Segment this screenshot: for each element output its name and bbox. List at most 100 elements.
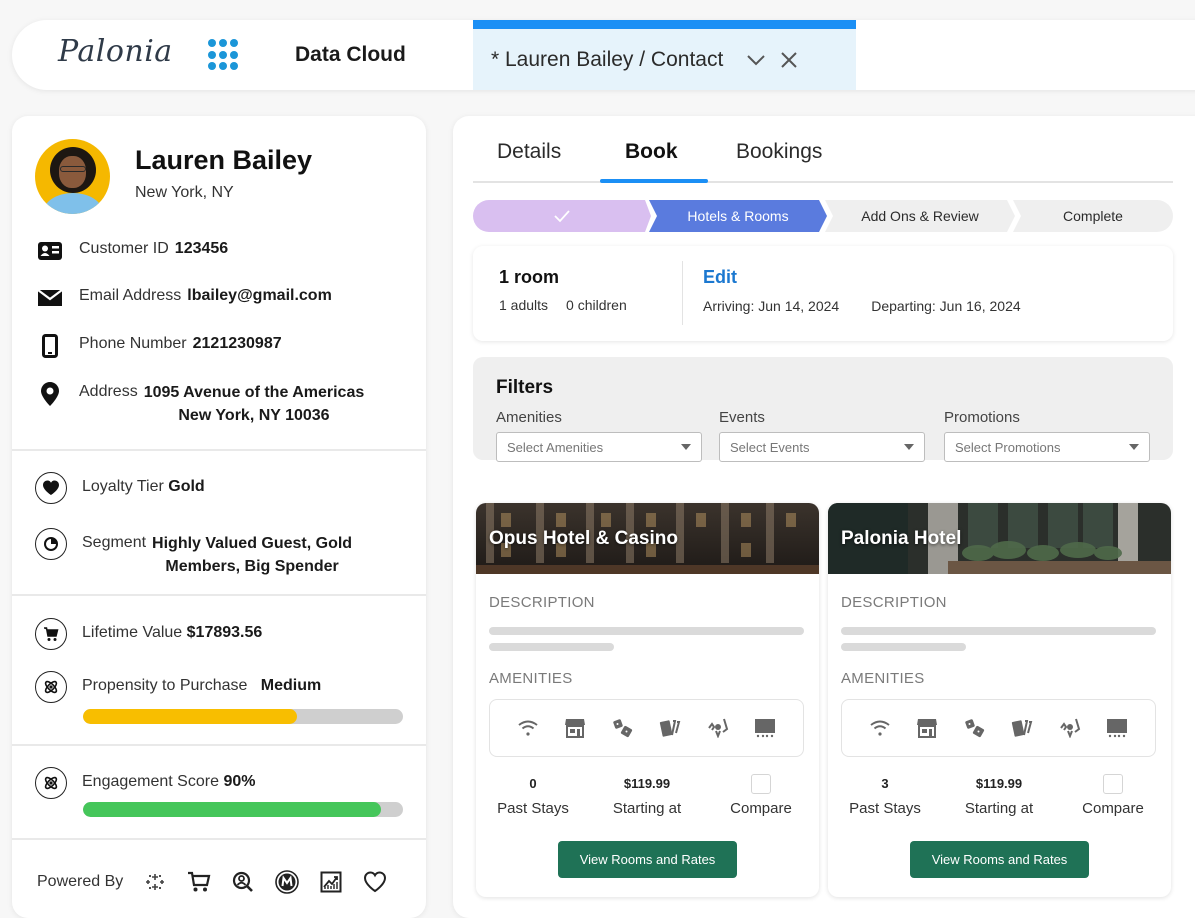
address-line-2: New York, NY 10036 [178, 407, 330, 424]
tab-book[interactable]: Book [625, 140, 678, 164]
engagement-value: 90% [223, 773, 256, 790]
dropdown-caret-icon [681, 444, 691, 450]
vertical-divider [682, 261, 683, 325]
hotel-name[interactable]: Opus Hotel & Casino [489, 528, 678, 550]
path-step-hotels-rooms[interactable]: Hotels & Rooms [649, 200, 827, 232]
past-stays-label: Past Stays [497, 800, 569, 817]
engagement-row: Engagement Score 90% [35, 767, 255, 799]
contact-card-icon [38, 240, 62, 262]
chevron-down-icon[interactable] [745, 49, 767, 71]
dropdown-caret-icon [904, 444, 914, 450]
view-rooms-and-rates-button[interactable]: View Rooms and Rates [558, 841, 737, 878]
stat-label: Segment [82, 534, 147, 551]
service-search-icon[interactable] [231, 870, 255, 894]
tv-screen-icon[interactable] [1105, 716, 1129, 740]
path-step-complete-final[interactable]: Complete [1013, 200, 1173, 232]
store-icon[interactable] [563, 716, 587, 740]
store-icon[interactable] [915, 716, 939, 740]
price-stat: $119.99 Starting at [590, 774, 704, 817]
filter-label: Amenities [496, 409, 562, 426]
location-pin-icon [38, 382, 62, 406]
tableau-sparkle-icon[interactable] [143, 870, 167, 894]
path-step-complete[interactable] [473, 200, 651, 232]
dice-icon[interactable] [611, 716, 635, 740]
customer-id-row: Customer ID 123456 [38, 240, 228, 262]
events-select[interactable]: Select Events [719, 432, 925, 462]
segment-value: Highly Valued Guest, Gold Members, Big Sp… [152, 532, 352, 578]
view-rooms-and-rates-button[interactable]: View Rooms and Rates [910, 841, 1089, 878]
app-name: Data Cloud [295, 43, 406, 66]
loyalty-tier-row: Loyalty Tier Gold [35, 472, 205, 504]
select-placeholder: Select Events [730, 439, 810, 455]
compare-checkbox[interactable] [1103, 774, 1123, 794]
wifi-icon[interactable] [868, 716, 892, 740]
profile-name: Lauren Bailey [135, 145, 313, 175]
commerce-cart-icon[interactable] [187, 870, 211, 894]
brand-logo[interactable]: Palonia [58, 34, 173, 69]
amenities-filter: Amenities Select Amenities [496, 409, 702, 462]
tab-bookings[interactable]: Bookings [736, 140, 822, 164]
workspace-tab-contact[interactable]: * Lauren Bailey / Contact [473, 20, 856, 90]
check-icon [554, 210, 570, 223]
description-placeholder-line [841, 643, 966, 651]
einstein-atom-icon [35, 767, 67, 799]
entertainment-icon[interactable] [706, 716, 730, 740]
field-value: 123456 [174, 240, 229, 257]
segment-pie-icon [35, 528, 67, 560]
einstein-atom-icon [35, 671, 67, 703]
stat-label: Engagement Score [82, 773, 219, 790]
email-value[interactable]: lbailey@gmail.com [187, 287, 332, 305]
phone-icon [38, 334, 62, 358]
hotel-stats: 0 Past Stays $119.99 Starting at Compare [476, 774, 819, 817]
workspace-tab-label[interactable]: * Lauren Bailey / Contact [491, 48, 723, 72]
loyalty-tier-value: Gold [168, 478, 205, 495]
hotel-card: Opus Hotel & Casino DESCRIPTION AMENITIE… [476, 503, 819, 897]
analytics-chart-icon[interactable] [319, 870, 343, 894]
engagement-progress-fill [83, 802, 381, 817]
entertainment-icon[interactable] [1058, 716, 1082, 740]
phone-row: Phone Number 2121230987 [38, 334, 282, 358]
app-launcher-grid-dots-icon[interactable] [208, 39, 240, 71]
field-label: Address [79, 383, 138, 400]
email-row: Email Address lbailey@gmail.com [38, 287, 332, 309]
promotions-select[interactable]: Select Promotions [944, 432, 1150, 462]
price-label: Starting at [964, 800, 1034, 817]
propensity-progress-fill [83, 709, 298, 724]
phone-value[interactable]: 2121230987 [193, 335, 282, 353]
profile-location: New York, NY [135, 184, 234, 201]
address-line-1: 1095 Avenue of the Americas [143, 384, 365, 401]
filters-panel: Filters Amenities Select Amenities Event… [473, 357, 1173, 462]
select-placeholder: Select Promotions [955, 439, 1061, 455]
close-icon[interactable] [779, 50, 799, 70]
dice-icon[interactable] [963, 716, 987, 740]
wifi-icon[interactable] [516, 716, 540, 740]
field-label: Phone Number [79, 335, 187, 352]
filter-label: Events [719, 409, 765, 426]
segment-line-1: Highly Valued Guest, Gold [152, 535, 353, 552]
tab-details[interactable]: Details [497, 140, 561, 164]
select-placeholder: Select Amenities [507, 439, 604, 455]
amenities-list [489, 699, 804, 757]
path-step-add-ons-review[interactable]: Add Ons & Review [825, 200, 1015, 232]
compare-stat: Compare [704, 774, 818, 817]
playing-cards-icon[interactable] [658, 716, 682, 740]
amenities-select[interactable]: Select Amenities [496, 432, 702, 462]
playing-cards-icon[interactable] [1010, 716, 1034, 740]
tv-screen-icon[interactable] [753, 716, 777, 740]
edit-link[interactable]: Edit [703, 267, 737, 288]
dropdown-caret-icon [1129, 444, 1139, 450]
loyalty-heart-icon[interactable] [363, 870, 387, 894]
hotel-name[interactable]: Palonia Hotel [841, 528, 961, 550]
profile-header: Lauren Bailey New York, NY [35, 139, 312, 214]
departing-date: Departing: Jun 16, 2024 [871, 298, 1021, 314]
field-label: Email Address [79, 287, 182, 304]
booking-tabs: Details Book Bookings [473, 116, 1173, 183]
compare-label: Compare [730, 800, 792, 817]
compare-checkbox[interactable] [751, 774, 771, 794]
section-divider [12, 744, 426, 746]
cart-icon [35, 618, 67, 650]
events-filter: Events Select Events [719, 409, 925, 462]
mulesoft-icon[interactable] [275, 870, 300, 894]
booking-panel: Details Book Bookings Hotels & Rooms Add… [453, 116, 1195, 918]
hotel-stats: 3 Past Stays $119.99 Starting at Compare [828, 774, 1171, 817]
